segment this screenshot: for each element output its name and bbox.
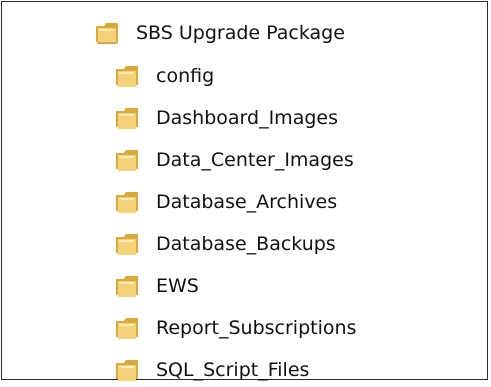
folder-item-label: SQL_Script_Files xyxy=(156,359,310,381)
folder-item-data-center-images[interactable]: Data_Center_Images xyxy=(114,143,354,177)
folder-icon xyxy=(116,192,138,213)
folder-item-label: Database_Archives xyxy=(156,191,338,213)
folder-item-label: Report_Subscriptions xyxy=(156,317,357,339)
folder-item-sql-script-files[interactable]: SQL_Script_Files xyxy=(114,353,309,387)
folder-icon xyxy=(116,318,138,339)
folder-icon xyxy=(116,234,138,255)
folder-item-label: Data_Center_Images xyxy=(156,149,354,171)
folder-item-label: config xyxy=(156,65,215,87)
folder-icon xyxy=(116,360,138,381)
folder-item-database-backups[interactable]: Database_Backups xyxy=(114,227,336,261)
folder-icon xyxy=(116,66,138,87)
folder-item-config[interactable]: config xyxy=(114,59,214,93)
folder-icon xyxy=(116,276,138,297)
folder-item-label: Database_Backups xyxy=(156,233,336,255)
folder-tree: SBS Upgrade Package config Dashboard_Ima… xyxy=(2,2,487,381)
folder-tree-root[interactable]: SBS Upgrade Package xyxy=(94,16,345,50)
folder-item-ews[interactable]: EWS xyxy=(114,269,199,303)
folder-item-database-archives[interactable]: Database_Archives xyxy=(114,185,337,219)
folder-open-icon xyxy=(96,23,118,44)
folder-item-report-subscriptions[interactable]: Report_Subscriptions xyxy=(114,311,356,345)
folder-item-label: Dashboard_Images xyxy=(156,107,338,129)
folder-item-label: EWS xyxy=(156,275,199,297)
folder-icon xyxy=(116,150,138,171)
folder-tree-root-label: SBS Upgrade Package xyxy=(136,22,345,44)
folder-icon xyxy=(116,108,138,129)
folder-tree-panel: SBS Upgrade Package config Dashboard_Ima… xyxy=(1,1,488,381)
folder-item-dashboard-images[interactable]: Dashboard_Images xyxy=(114,101,338,135)
